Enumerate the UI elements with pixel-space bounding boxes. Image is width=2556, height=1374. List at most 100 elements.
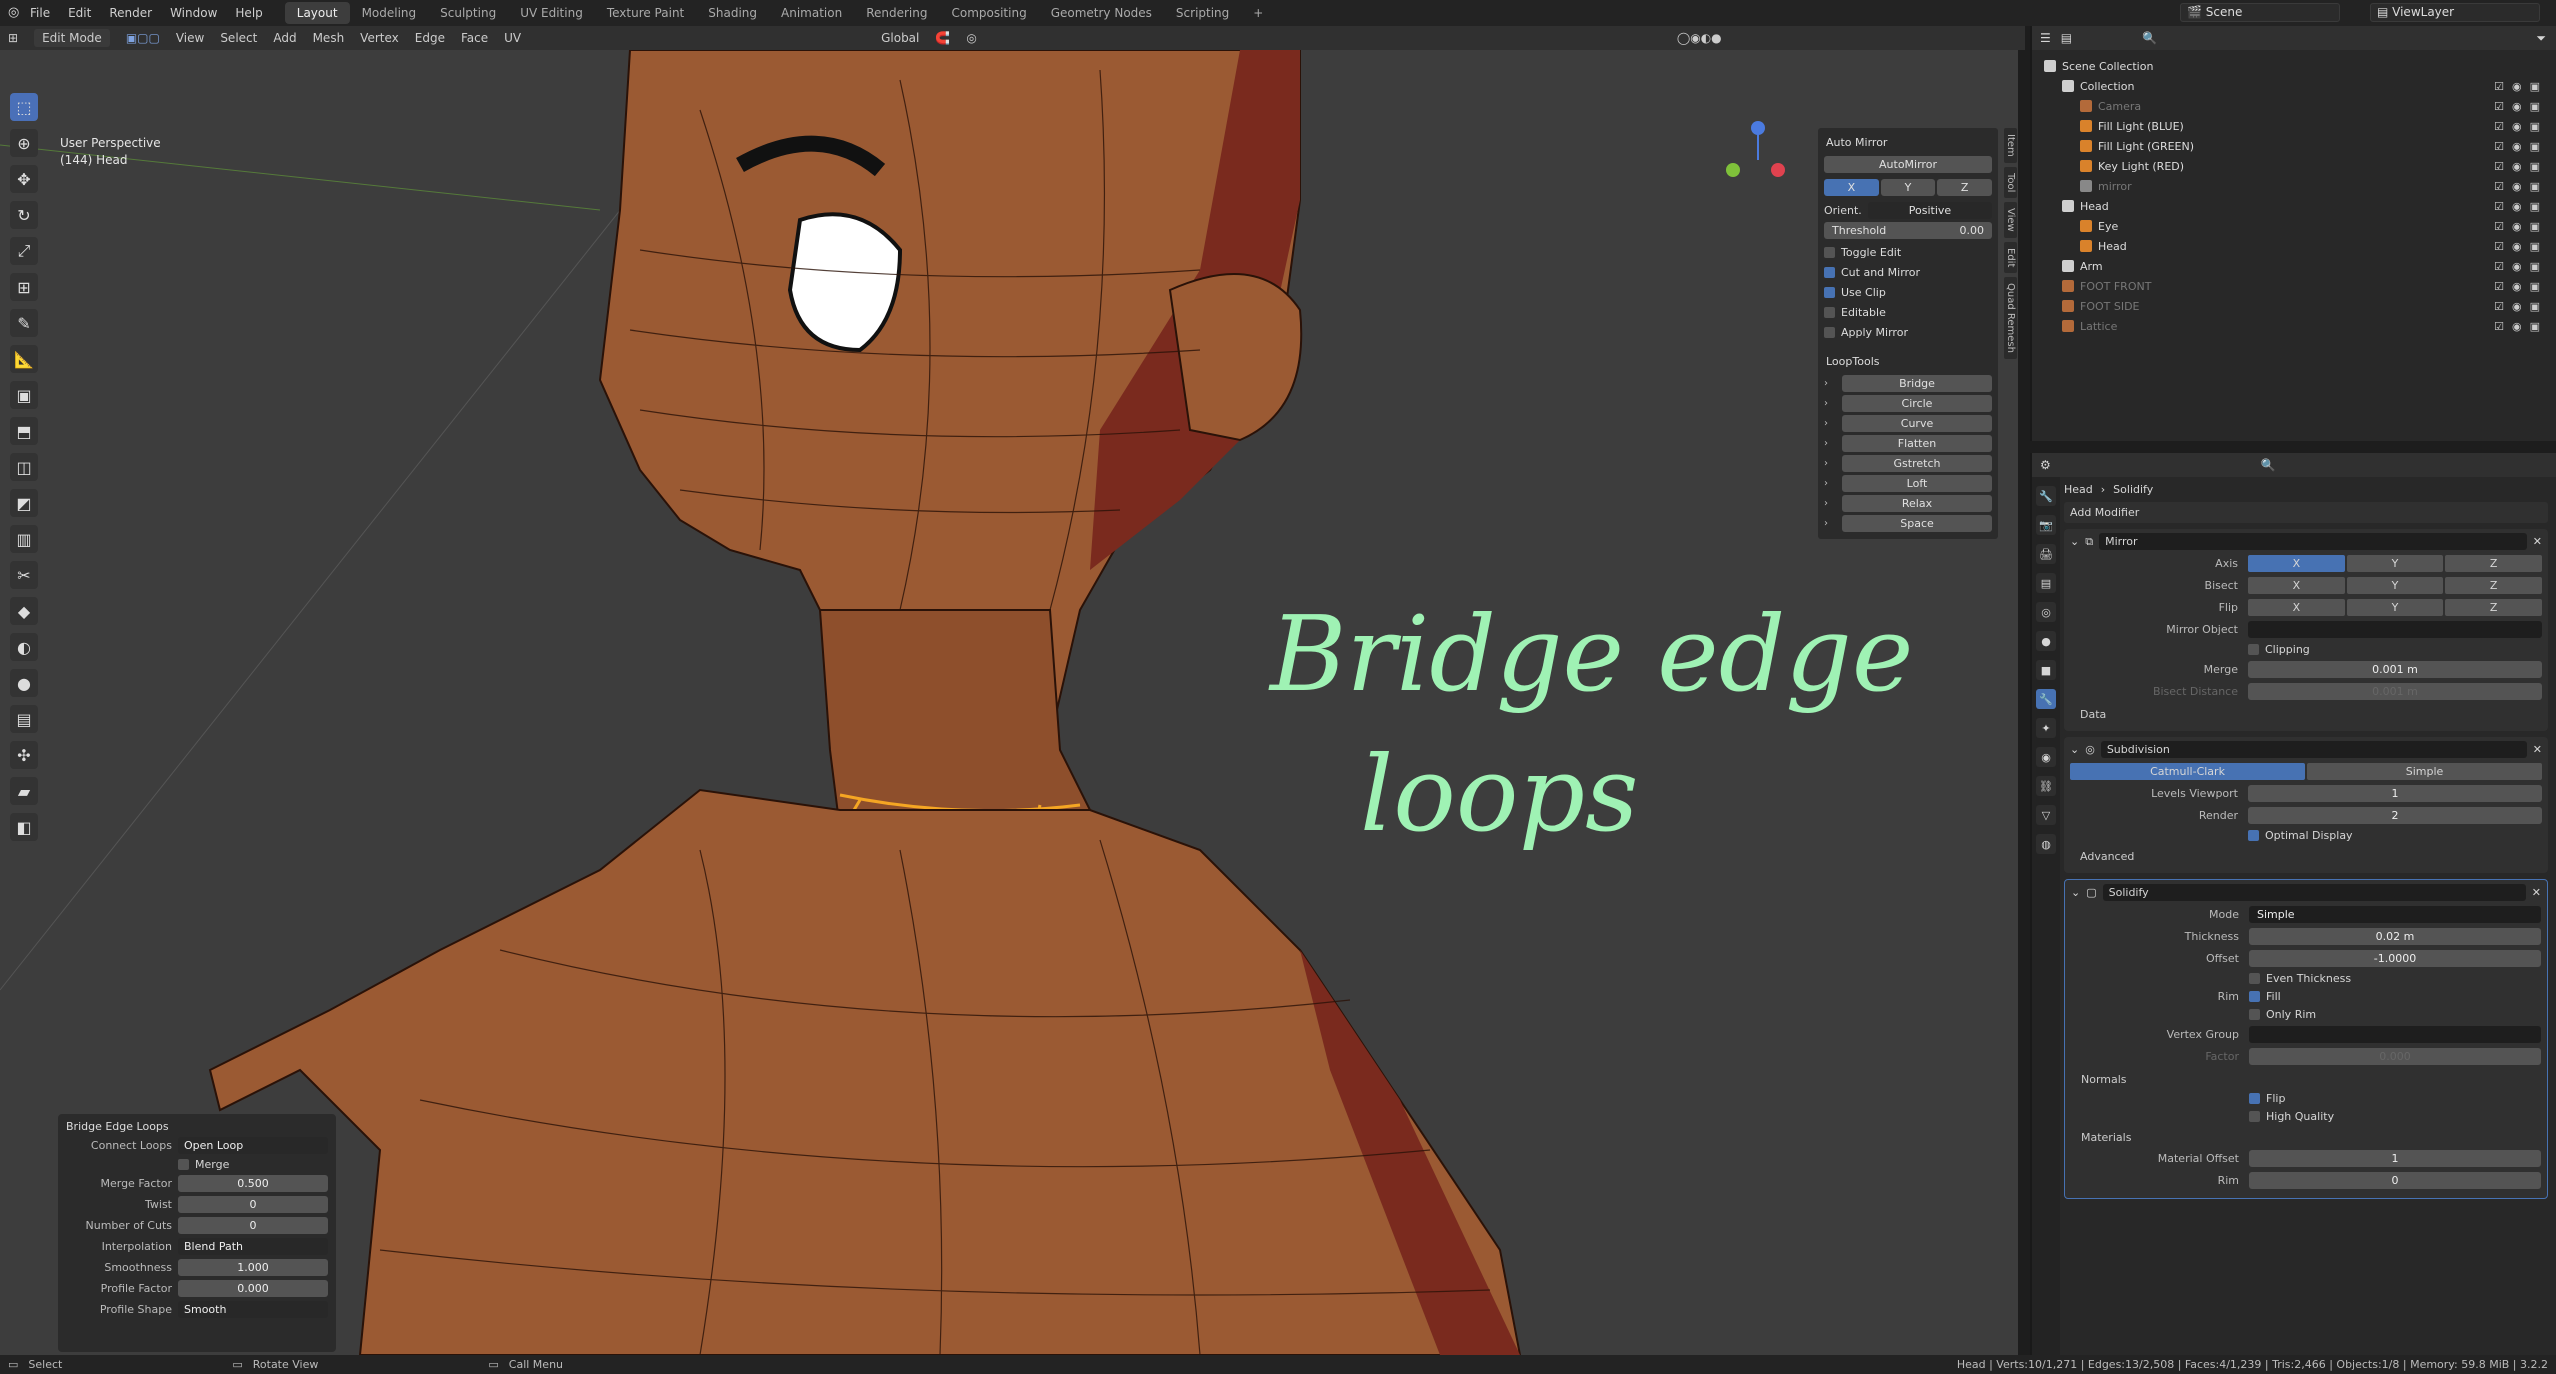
catmull-clark-button[interactable]: Catmull-Clark <box>2070 763 2305 780</box>
simple-button[interactable]: Simple <box>2307 763 2542 780</box>
constraints-tab-icon[interactable]: ⛓ <box>2036 776 2056 796</box>
proportional-edit-icon[interactable]: ◎ <box>966 31 976 45</box>
render-tab-icon[interactable]: 📷 <box>2036 515 2056 535</box>
spin-icon[interactable]: ◐ <box>10 633 38 661</box>
flip-x[interactable]: X <box>2248 599 2345 616</box>
mirror-name-field[interactable]: Mirror <box>2099 533 2527 550</box>
vertex-group-field[interactable] <box>2249 1026 2541 1043</box>
editor-type-icon[interactable]: ⊞ <box>8 31 18 45</box>
mirror-axis-z[interactable]: Z <box>2445 555 2543 572</box>
menu-render[interactable]: Render <box>109 6 152 20</box>
close-icon[interactable]: ✕ <box>2532 886 2541 899</box>
menu-select[interactable]: Select <box>220 31 257 45</box>
rim-material-field[interactable]: 0 <box>2249 1172 2541 1189</box>
chevron-right-icon[interactable]: › <box>1824 398 1838 409</box>
menu-mesh[interactable]: Mesh <box>313 31 345 45</box>
solidify-name-field[interactable]: Solidify <box>2102 884 2526 901</box>
view-layer-tab-icon[interactable]: ▤ <box>2036 573 2056 593</box>
tab-rendering[interactable]: Rendering <box>854 2 939 24</box>
tab-sculpting[interactable]: Sculpting <box>428 2 508 24</box>
search-icon[interactable]: 🔍 <box>2142 31 2157 45</box>
world-tab-icon[interactable]: ● <box>2036 631 2056 651</box>
chevron-right-icon[interactable]: › <box>1824 478 1838 489</box>
subdivision-name-field[interactable]: Subdivision <box>2100 741 2527 758</box>
menu-add[interactable]: Add <box>273 31 296 45</box>
even-thickness-checkbox[interactable]: Even Thickness <box>2249 972 2351 985</box>
chevron-right-icon[interactable]: › <box>1824 498 1838 509</box>
looptools-relax-button[interactable]: Relax <box>1842 495 1992 512</box>
select-mode-icons[interactable]: ▣▢▢ <box>126 31 160 45</box>
shrink-icon[interactable]: ✣ <box>10 741 38 769</box>
mirror-axis-x[interactable]: X <box>2248 555 2345 572</box>
select-box-icon[interactable]: ⬚ <box>10 93 38 121</box>
visibility-toggles-icon[interactable]: ☑◉▣ <box>2494 320 2548 333</box>
mirror-axis-toggle[interactable]: XYZ <box>2248 555 2543 572</box>
mode-dropdown[interactable]: Edit Mode <box>34 29 110 47</box>
looptools-circle-button[interactable]: Circle <box>1842 395 1992 412</box>
looptools-gstretch-button[interactable]: Gstretch <box>1842 455 1992 472</box>
flip-z[interactable]: Z <box>2445 599 2543 616</box>
tab-quad-remesh[interactable]: Quad Remesh <box>2004 277 2017 360</box>
toggle-edit-checkbox[interactable]: Toggle Edit <box>1824 246 1992 259</box>
offset-field[interactable]: -1.0000 <box>2249 950 2541 967</box>
factor-field[interactable]: 0.000 <box>2249 1048 2541 1065</box>
clipping-checkbox[interactable]: Clipping <box>2248 643 2310 656</box>
axis-x-toggle[interactable]: X <box>1824 179 1879 196</box>
visibility-toggles-icon[interactable]: ☑◉▣ <box>2494 260 2548 273</box>
thickness-field[interactable]: 0.02 m <box>2249 928 2541 945</box>
tab-edit[interactable]: Edit <box>2004 241 2017 274</box>
merge-distance-field[interactable]: 0.001 m <box>2248 661 2542 678</box>
visibility-toggles-icon[interactable]: ☑◉▣ <box>2494 300 2548 313</box>
cursor-icon[interactable]: ⊕ <box>10 129 38 157</box>
menu-file[interactable]: File <box>30 6 50 20</box>
chevron-right-icon[interactable]: › <box>1824 418 1838 429</box>
scale-icon[interactable]: ⤢ <box>10 237 38 265</box>
profile-factor-field[interactable]: 0.000 <box>178 1280 328 1297</box>
close-icon[interactable]: ✕ <box>2533 535 2542 548</box>
outliner-item[interactable]: Collection ☑◉▣ <box>2032 76 2556 96</box>
bridge-panel-title[interactable]: Bridge Edge Loops <box>66 1120 328 1133</box>
rotate-icon[interactable]: ↻ <box>10 201 38 229</box>
display-mode-icon[interactable]: ▤ <box>2061 31 2072 45</box>
render-levels-field[interactable]: 2 <box>2248 807 2542 824</box>
loop-cut-icon[interactable]: ▥ <box>10 525 38 553</box>
scene-selector[interactable]: 🎬 Scene <box>2180 3 2340 22</box>
tab-tool[interactable]: Tool <box>2004 166 2017 199</box>
inset-icon[interactable]: ◫ <box>10 453 38 481</box>
tab-texture-paint[interactable]: Texture Paint <box>595 2 696 24</box>
outliner-item[interactable]: Camera ☑◉▣ <box>2032 96 2556 116</box>
tab-compositing[interactable]: Compositing <box>939 2 1038 24</box>
bisect-y[interactable]: Y <box>2346 577 2444 594</box>
tab-shading[interactable]: Shading <box>696 2 769 24</box>
extrude-icon[interactable]: ⬒ <box>10 417 38 445</box>
high-quality-checkbox[interactable]: High Quality <box>2249 1110 2334 1123</box>
visibility-toggles-icon[interactable]: ☑◉▣ <box>2494 240 2548 253</box>
transform-icon[interactable]: ⊞ <box>10 273 38 301</box>
menu-face[interactable]: Face <box>461 31 488 45</box>
threshold-field[interactable]: Threshold 0.00 <box>1824 222 1992 239</box>
tool-tab-icon[interactable]: 🔧 <box>2036 486 2056 506</box>
mirror-flip-toggle[interactable]: XYZ <box>2248 599 2543 616</box>
subdivision-type-toggle[interactable]: Catmull-Clark Simple <box>2070 763 2542 780</box>
editor-type-icon[interactable]: ⚙ <box>2040 458 2051 472</box>
menu-window[interactable]: Window <box>170 6 217 20</box>
looptools-space-button[interactable]: Space <box>1842 515 1992 532</box>
outliner-item[interactable]: Head ☑◉▣ <box>2032 196 2556 216</box>
search-icon[interactable]: 🔍 <box>2261 458 2276 472</box>
tab-animation[interactable]: Animation <box>769 2 854 24</box>
menu-edit[interactable]: Edit <box>68 6 91 20</box>
blender-logo-icon[interactable]: ◎ <box>8 5 19 20</box>
outliner-item[interactable]: FOOT FRONT ☑◉▣ <box>2032 276 2556 296</box>
edge-slide-icon[interactable]: ▤ <box>10 705 38 733</box>
visibility-toggles-icon[interactable]: ☑◉▣ <box>2494 120 2548 133</box>
tab-geometry-nodes[interactable]: Geometry Nodes <box>1039 2 1164 24</box>
only-rim-checkbox[interactable]: Only Rim <box>2249 1008 2316 1021</box>
mirror-bisect-toggle[interactable]: XYZ <box>2248 577 2543 594</box>
outliner-item[interactable]: Eye ☑◉▣ <box>2032 216 2556 236</box>
visibility-toggles-icon[interactable]: ☑◉▣ <box>2494 80 2548 93</box>
interpolation-dropdown[interactable]: Blend Path <box>178 1238 328 1255</box>
chevron-down-icon[interactable]: ⌄ <box>2070 743 2079 756</box>
shear-icon[interactable]: ▰ <box>10 777 38 805</box>
materials-subpanel[interactable]: Materials <box>2081 1131 2541 1144</box>
material-offset-field[interactable]: 1 <box>2249 1150 2541 1167</box>
